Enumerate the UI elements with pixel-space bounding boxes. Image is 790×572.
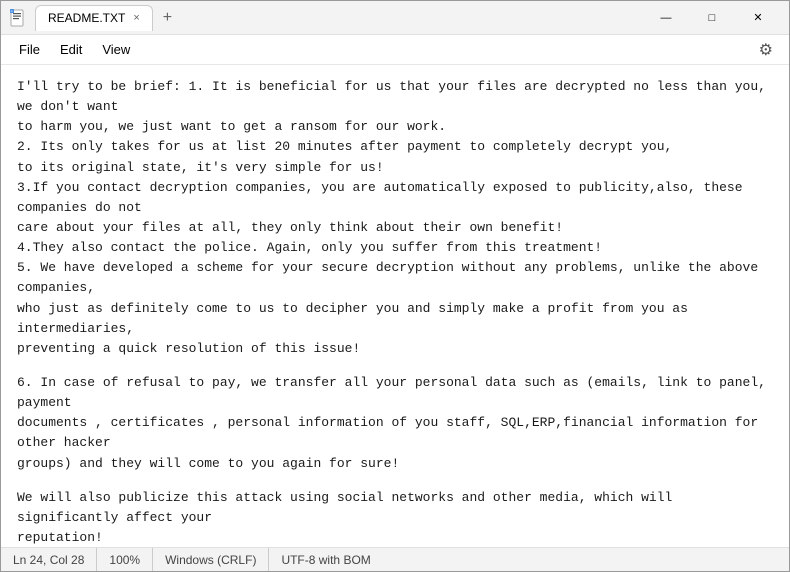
tab-title: README.TXT xyxy=(48,11,125,25)
paragraph-gap xyxy=(17,359,773,373)
window-controls: — □ ✕ xyxy=(643,1,781,35)
text-line: 4.They also contact the police. Again, o… xyxy=(17,238,773,258)
text-line: to harm you, we just want to get a ranso… xyxy=(17,117,773,137)
text-content[interactable]: I'll try to be brief: 1. It is beneficia… xyxy=(1,65,789,547)
text-line: 3.If you contact decryption companies, y… xyxy=(17,178,773,218)
text-line: I'll try to be brief: 1. It is beneficia… xyxy=(17,77,773,117)
cursor-position: Ln 24, Col 28 xyxy=(13,548,97,571)
paragraph-gap xyxy=(17,474,773,488)
notepad-window: ≡ README.TXT × + — □ ✕ File Edit View ⚙ … xyxy=(0,0,790,572)
zoom-level: 100% xyxy=(97,548,153,571)
text-line: groups) and they will come to you again … xyxy=(17,454,773,474)
text-line: reputation! xyxy=(17,528,773,547)
text-line: to its original state, it's very simple … xyxy=(17,158,773,178)
text-line: preventing a quick resolution of this is… xyxy=(17,339,773,359)
encoding: UTF-8 with BOM xyxy=(269,548,382,571)
text-line: We will also publicize this attack using… xyxy=(17,488,773,528)
menu-file[interactable]: File xyxy=(9,38,50,61)
active-tab[interactable]: README.TXT × xyxy=(35,5,153,31)
settings-icon[interactable]: ⚙ xyxy=(751,36,781,64)
close-tab-icon[interactable]: × xyxy=(133,12,139,24)
close-button[interactable]: ✕ xyxy=(735,1,781,35)
menu-view[interactable]: View xyxy=(92,38,140,61)
text-line: who just as definitely come to us to dec… xyxy=(17,299,773,339)
menu-edit[interactable]: Edit xyxy=(50,38,92,61)
menu-bar: File Edit View ⚙ xyxy=(1,35,789,65)
text-line: 5. We have developed a scheme for your s… xyxy=(17,258,773,298)
minimize-button[interactable]: — xyxy=(643,1,689,35)
maximize-button[interactable]: □ xyxy=(689,1,735,35)
svg-text:≡: ≡ xyxy=(11,9,13,13)
add-tab-button[interactable]: + xyxy=(157,9,178,27)
status-bar: Ln 24, Col 28 100% Windows (CRLF) UTF-8 … xyxy=(1,547,789,571)
text-line: 2. Its only takes for us at list 20 minu… xyxy=(17,137,773,157)
app-icon: ≡ xyxy=(9,9,27,27)
line-ending: Windows (CRLF) xyxy=(153,548,269,571)
text-line: care about your files at all, they only … xyxy=(17,218,773,238)
text-line: documents , certificates , personal info… xyxy=(17,413,773,453)
text-line: 6. In case of refusal to pay, we transfe… xyxy=(17,373,773,413)
title-bar: ≡ README.TXT × + — □ ✕ xyxy=(1,1,789,35)
